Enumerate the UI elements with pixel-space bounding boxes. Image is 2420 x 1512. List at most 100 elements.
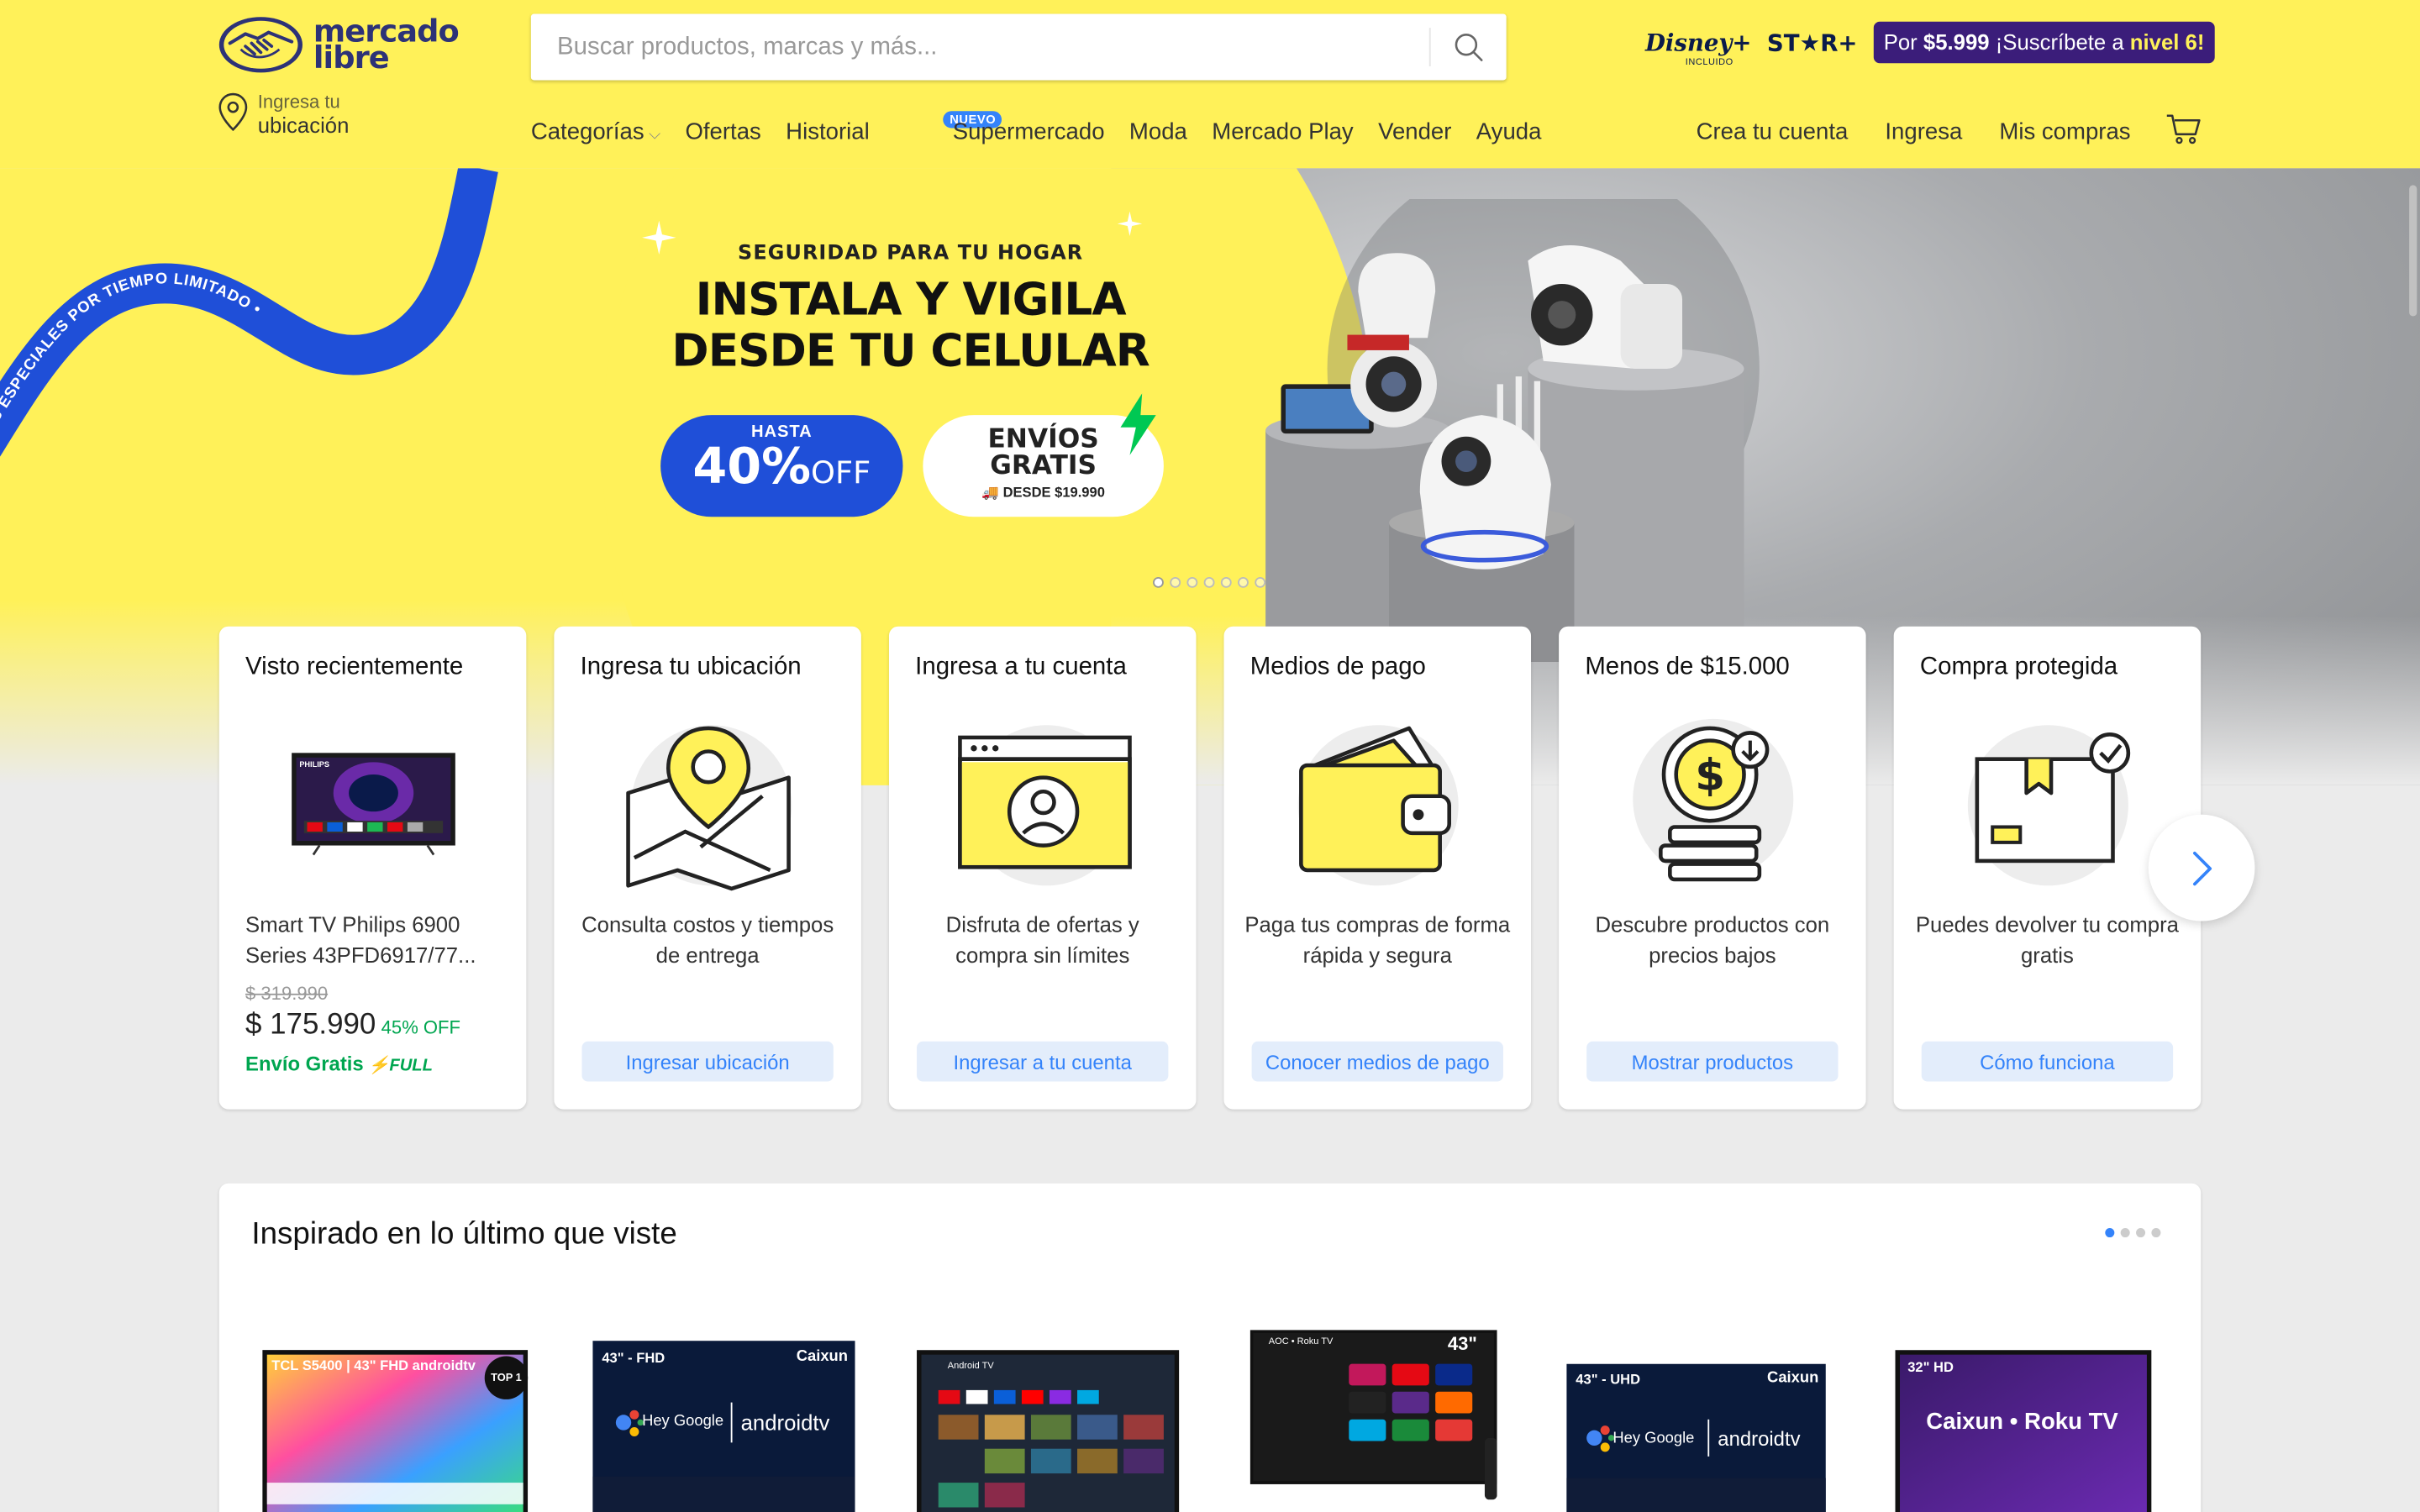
discount-suffix: OFF [811,454,871,491]
product-label: Android TV [947,1362,994,1372]
carousel-dot[interactable] [1153,576,1164,588]
search-button[interactable] [1431,14,1507,81]
chevron-right-icon [2192,850,2212,885]
user-window-icon [958,725,1132,886]
pager-dot[interactable] [2151,1228,2161,1238]
carousel-dot[interactable] [1186,576,1198,588]
search-input[interactable] [530,13,1427,81]
card-description: Consulta costos y tiempos de entrega [581,911,834,968]
card-title: Medios de pago [1249,654,1426,681]
product-card[interactable]: AOC • Roku TV 43" [1249,1330,1497,1507]
star-plus-text: ST★R+ [1766,28,1858,57]
product-label: 43" - UHD [1576,1371,1641,1388]
svg-text:$: $ [1695,750,1725,801]
hero-title-line-1: INSTALA Y VIGILA [695,273,1127,326]
subscribe-button[interactable]: Por $5.999 ¡Suscríbete a nivel 6! [1872,21,2216,64]
nav-categorias[interactable]: Categorías ⌵ [531,118,660,144]
carousel-dot[interactable] [1255,576,1266,588]
disney-plus-logo: Disney+ INCLUIDO [1645,29,1752,67]
product-brand: AOC • Roku TV [1268,1337,1334,1347]
pager-dot[interactable] [2105,1228,2115,1238]
enter-location-button[interactable]: Ingresar ubicación [581,1041,834,1082]
product-brand: Caixun [796,1348,848,1366]
login-button[interactable]: Ingresar a tu cuenta [917,1041,1169,1082]
nav-moda[interactable]: Moda [1129,118,1187,144]
subscribe-prefix: Por [1883,29,1918,55]
lightning-icon [1120,393,1156,455]
full-badge-text: FULL [389,1057,434,1076]
carousel-dot[interactable] [1170,576,1181,588]
search-icon [1454,33,1482,61]
card-title: Visto recientemente [245,654,464,681]
os-label: androidtv [740,1410,830,1436]
box-check-icon [1967,725,2131,886]
pager-dot[interactable] [2120,1228,2130,1238]
svg-text:PHILIPS: PHILIPS [299,760,329,769]
nav-ayuda[interactable]: Ayuda [1476,118,1542,144]
pager-dot[interactable] [2136,1228,2146,1238]
card-title: Ingresa a tu cuenta [915,654,1127,681]
payment-methods-button[interactable]: Conocer medios de pago [1251,1041,1503,1082]
card-low-prices[interactable]: Menos de $15.000 $ Descubre productos co… [1559,626,1866,1110]
product-card[interactable]: TCL S5400 | 43" FHD androidtv TOP 1 [262,1341,529,1512]
tv-product-image [1249,1330,1497,1500]
nav-label: Supermercado [952,118,1105,145]
card-account[interactable]: Ingresa a tu cuenta Disfruta de ofertas … [888,626,1197,1110]
os-label: androidtv [1718,1426,1801,1451]
shipping-line-2: GRATIS [990,450,1097,482]
cart-icon[interactable] [2165,109,2202,146]
my-purchases-link[interactable]: Mis compras [1999,118,2130,144]
card-recently-viewed[interactable]: Visto recientemente PHILIPS Smart TV Phi… [218,626,527,1110]
location-label-2: ubicación [257,113,350,138]
show-products-button[interactable]: Mostrar productos [1586,1041,1839,1082]
hero-text: SEGURIDAD PARA TU HOGAR INSTALA Y VIGILA… [648,242,1172,376]
subscription-promo[interactable]: Disney+ INCLUIDO ST★R+ Por $5.999 ¡Suscr… [1645,21,2216,67]
truck-icon: 🚚 [981,484,999,501]
how-it-works-button[interactable]: Cómo funciona [1921,1041,2174,1082]
tv-product-image: PHILIPS [292,753,455,856]
product-title[interactable]: Smart TV Philips 6900 Series 43PFD6917/7… [245,909,508,970]
page-scrollbar[interactable] [2409,185,2417,317]
section-title: Inspirado en lo último que viste [251,1217,677,1252]
location-selector[interactable]: Ingresa tu ubicación [218,92,349,137]
nav-ofertas[interactable]: Ofertas [685,118,760,144]
full-badge: ⚡FULL [368,1057,434,1076]
security-cameras-image [1265,198,1760,662]
create-account-link[interactable]: Crea tu cuenta [1697,118,1849,144]
top-badge: TOP 1 [484,1356,529,1399]
card-location[interactable]: Ingresa tu ubicación Consulta costos y t… [554,626,861,1110]
logo-text: mercado libre [313,15,460,72]
card-payment-methods[interactable]: Medios de pago Paga tus compras de forma… [1223,626,1532,1110]
mercadolibre-logo[interactable]: mercado libre [218,15,460,74]
product-label: 32" HD [1907,1359,1954,1375]
hero-title: INSTALA Y VIGILA DESDE TU CELULAR [648,273,1172,376]
nav-mercado-play[interactable]: Mercado Play [1212,118,1353,144]
carousel-dots [1153,576,1266,588]
location-pin-icon [218,92,248,132]
product-card[interactable]: 32" HD Caixun • Roku TV [1895,1350,2152,1512]
card-title: Ingresa tu ubicación [580,654,802,681]
product-card[interactable]: 43" - UHD Caixun Hey Google androidtv [1566,1363,1826,1512]
section-pager [2105,1228,2161,1238]
carousel-dot[interactable] [1238,576,1249,588]
carousel-dot[interactable] [1203,576,1215,588]
product-brand: Caixun • Roku TV [1926,1408,2118,1436]
user-nav: Crea tu cuenta Ingresa Mis compras [1697,118,2131,144]
discount-value: 40% [692,436,812,496]
card-title: Menos de $15.000 [1585,654,1790,681]
hero-kicker: SEGURIDAD PARA TU HOGAR [738,242,1084,265]
login-link[interactable]: Ingresa [1885,118,1962,144]
nav-vender[interactable]: Vender [1378,118,1451,144]
assistant-label: Hey Google [1612,1430,1695,1447]
shortcut-cards: Visto recientemente PHILIPS Smart TV Phi… [218,626,2202,1110]
shipping-text: Envío Gratis [245,1052,364,1076]
subscribe-text: ¡Suscríbete a [1995,29,2124,55]
coins-icon: $ [1633,718,1794,882]
carousel-next-button[interactable] [2148,814,2255,921]
old-price: $ 319.990 [245,983,329,1005]
nav-supermercado[interactable]: NUEVOSupermercado [894,111,1105,145]
product-card[interactable]: Android TV [917,1350,1180,1512]
carousel-dot[interactable] [1220,576,1232,588]
nav-historial[interactable]: Historial [786,118,870,144]
product-card[interactable]: 43" - FHD Caixun Hey Google androidtv [592,1341,855,1512]
